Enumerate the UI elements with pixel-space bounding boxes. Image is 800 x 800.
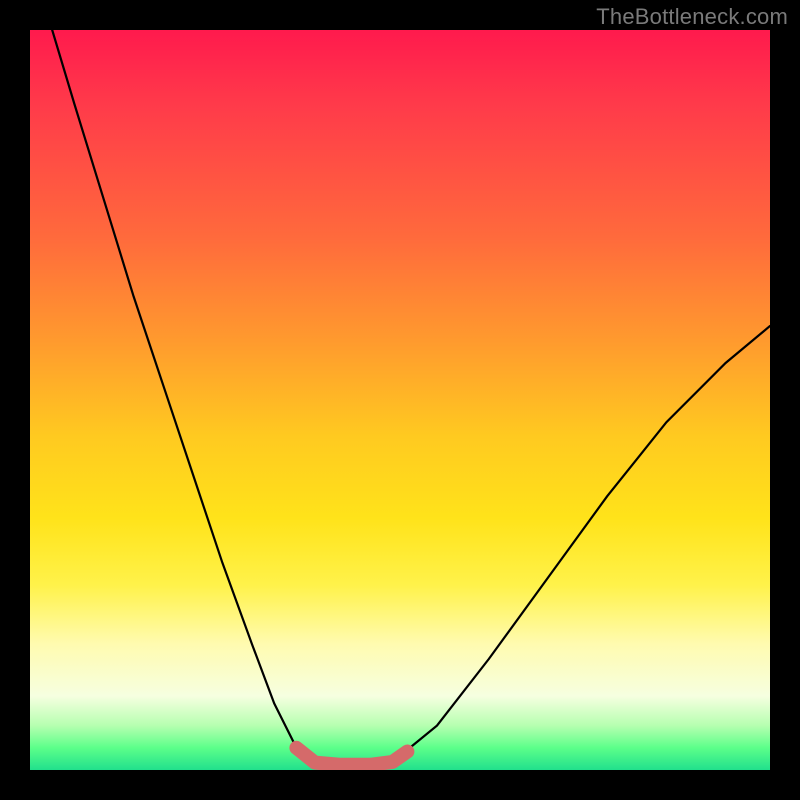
bottleneck-curve <box>52 30 770 765</box>
watermark-text: TheBottleneck.com <box>596 4 788 30</box>
curve-layer <box>30 30 770 770</box>
valley-highlight <box>296 748 407 765</box>
chart-frame: TheBottleneck.com <box>0 0 800 800</box>
plot-area <box>30 30 770 770</box>
